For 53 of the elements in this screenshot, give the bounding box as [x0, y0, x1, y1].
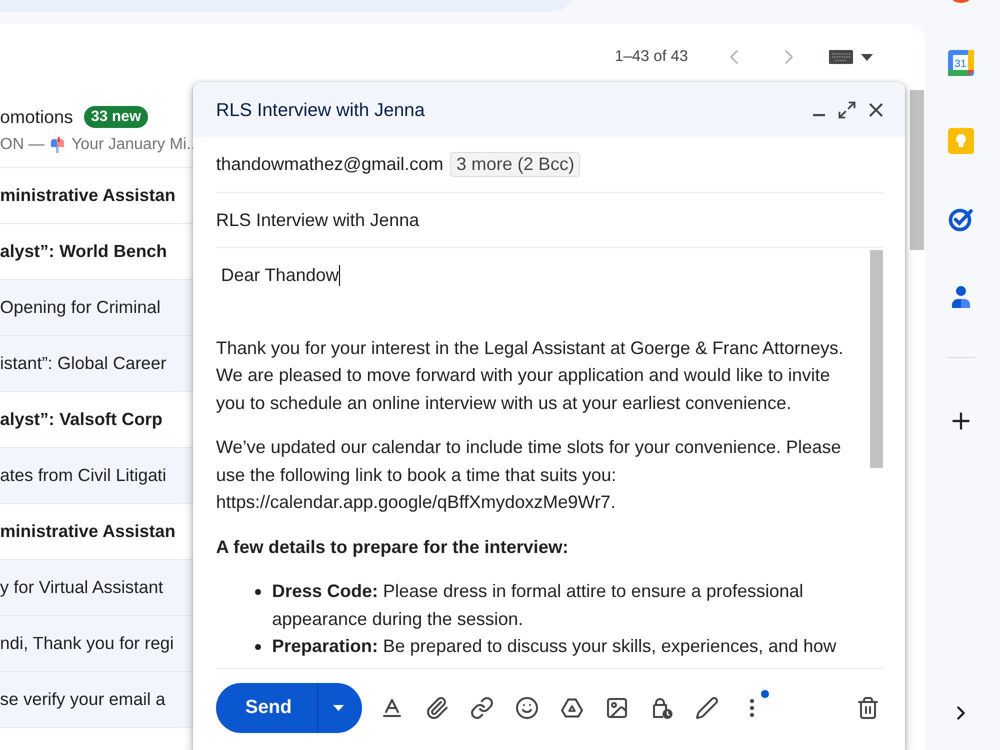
text-format-icon[interactable] [380, 696, 404, 720]
send-options-button[interactable] [317, 683, 362, 733]
bullet-text: Preparation: Be prepared to discuss your skills, experiences, and how [272, 635, 838, 658]
email-subject: ministrative Assistan [0, 185, 176, 206]
snippet-sender: ON — [0, 135, 44, 155]
lock-clock-icon[interactable] [650, 696, 674, 720]
pen-icon[interactable] [695, 696, 719, 720]
email-subject: ates from Civil Litigati [0, 465, 166, 486]
snippet-text: Your January Mi.. [71, 135, 196, 155]
body-paragraph: We’ve updated our calendar to include time slots for your convenience. Please use the following link to book a time that suits you: https://calendar.app.google/qBffXmydoxzMe9Wr7. [216, 436, 842, 514]
check-circle-icon[interactable] [948, 206, 974, 232]
page-range: 1–43 of 43 [614, 48, 688, 66]
greeting-text: Dear Thandow [221, 264, 339, 287]
mailbox-icon [50, 137, 66, 153]
email-row[interactable]: se verify your email a [0, 672, 193, 728]
email-subject: alyst”: World Bench [0, 241, 167, 262]
category-label: omotions [0, 106, 74, 128]
scrollbar-thumb[interactable] [870, 250, 883, 468]
caret-icon[interactable] [861, 54, 873, 60]
keyboard-icon[interactable] [829, 50, 853, 64]
email-subject: istant”: Global Career [0, 353, 166, 374]
new-count-badge: 33 new [84, 106, 148, 128]
body-paragraph: Thank you for your interest in the Legal Assistant at Goerge & Franc Attorneys. We are pleased to move forward with your application and would like to invite you to schedule an online interview with us at your earliest convenience. [216, 336, 844, 415]
email-subject: y for Virtual Assistant [0, 577, 164, 598]
email-row[interactable]: Opening for Criminal [0, 280, 193, 336]
link-icon[interactable] [470, 696, 494, 720]
calendar-icon[interactable]: 31 [948, 50, 974, 76]
subject-field[interactable]: RLS Interview with Jenna [216, 210, 420, 230]
paperclip-icon[interactable] [425, 696, 449, 720]
email-row[interactable]: istant”: Global Career [0, 336, 193, 392]
bullet-icon [255, 644, 261, 650]
more-recipients-chip[interactable]: 3 more (2 Bcc) [450, 152, 580, 177]
email-subject: alyst”: Valsoft Corp [0, 409, 162, 430]
recipient-text[interactable]: thandowmathez@gmail.com [216, 154, 444, 175]
bullet-text: Dress Code: Please dress in formal attire to ensure a professional appearance during the session. [272, 580, 804, 631]
email-subject: Opening for Criminal [0, 297, 160, 318]
image-icon[interactable] [605, 696, 629, 720]
email-subject: se verify your email a [0, 689, 166, 710]
email-row[interactable]: y for Virtual Assistant [0, 560, 193, 616]
expand-icon[interactable] [837, 100, 857, 120]
scrollbar-thumb[interactable] [910, 90, 924, 250]
bullet-icon [255, 589, 261, 595]
smiley-icon[interactable] [515, 696, 539, 720]
email-row[interactable]: ndi, Thank you for regi [0, 616, 193, 672]
email-row[interactable]: ates from Civil Litigati [0, 448, 193, 504]
trash-icon[interactable] [856, 696, 880, 720]
send-button[interactable]: Send [216, 683, 317, 733]
compose-title: RLS Interview with Jenna [216, 98, 426, 120]
drive-icon[interactable] [560, 696, 584, 720]
caret-icon [332, 705, 344, 711]
email-subject: ministrative Assistan [0, 521, 176, 542]
email-subject: ndi, Thank you for regi [0, 633, 174, 654]
section-heading: A few details to prepare for the interview: [216, 536, 570, 559]
